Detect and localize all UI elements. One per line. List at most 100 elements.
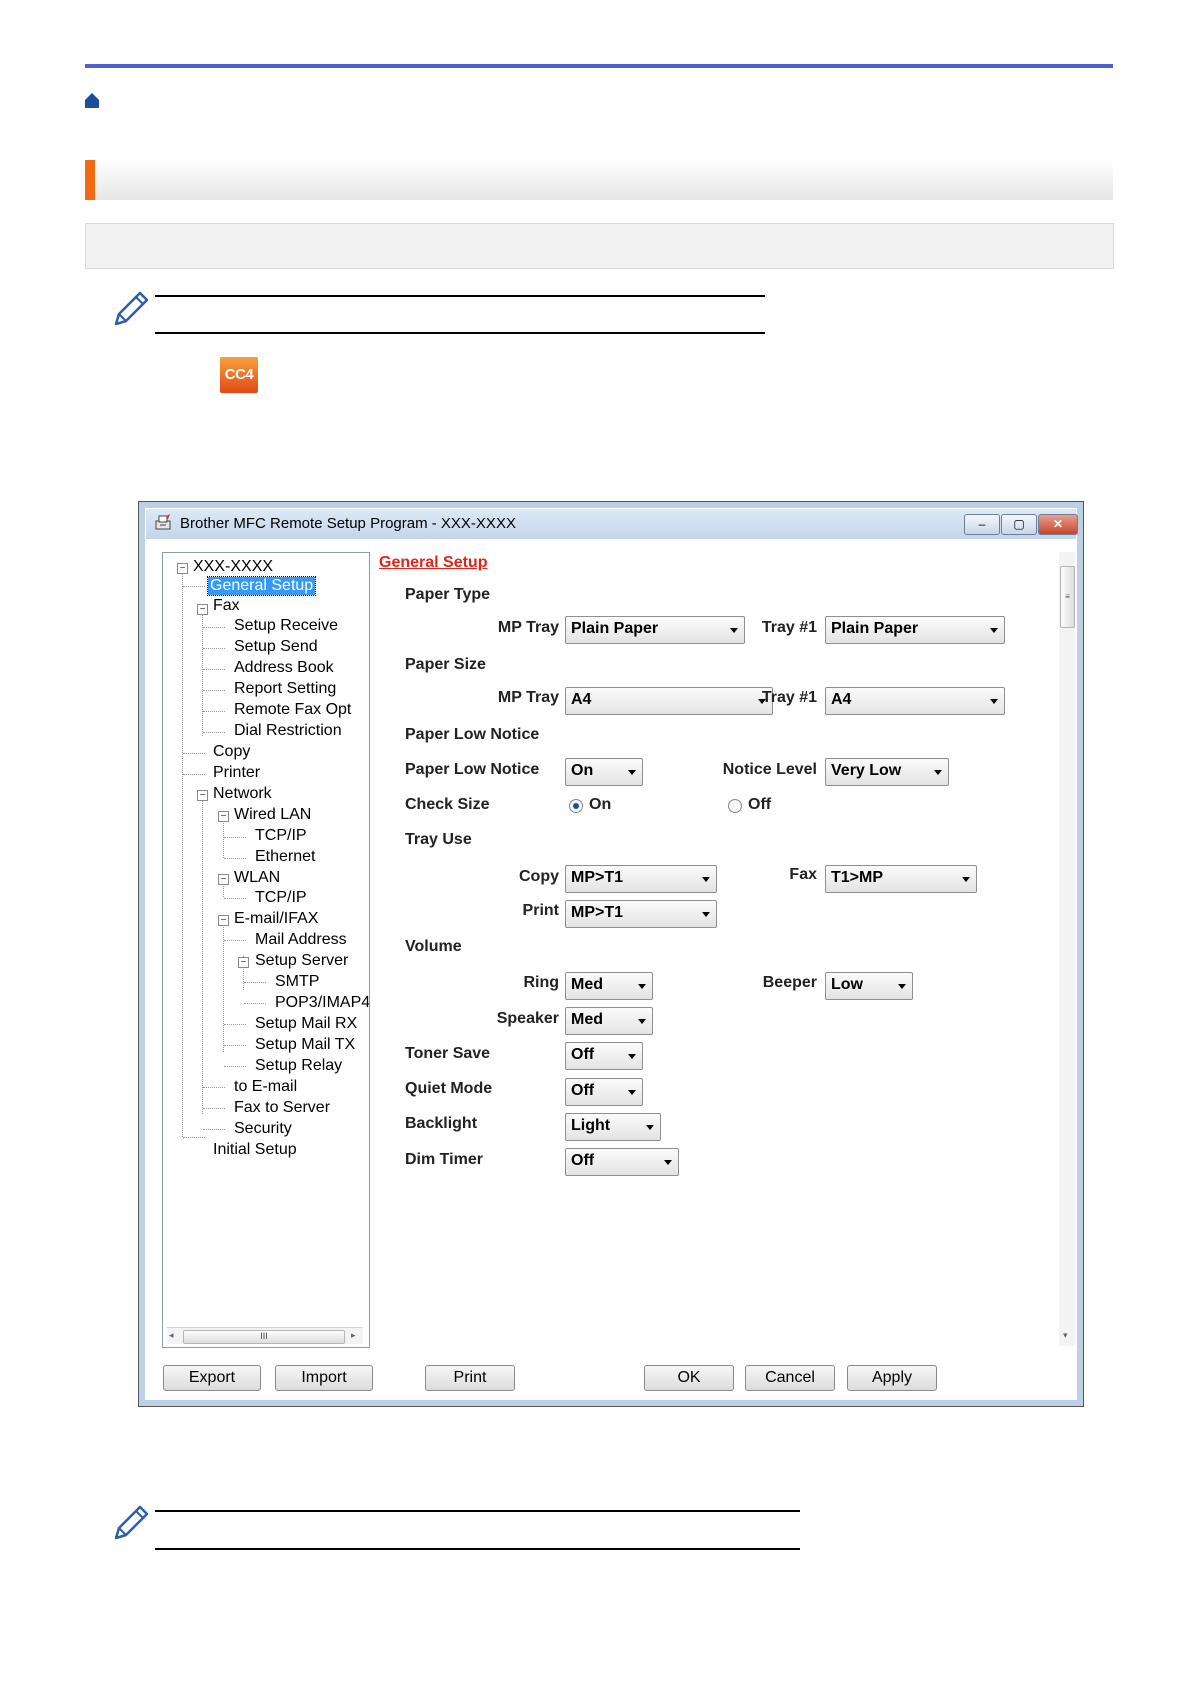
tray-use-fax-select[interactable]: T1>MP xyxy=(825,865,977,893)
collapse-toggle-setup-server[interactable]: − xyxy=(238,957,249,968)
dim-timer-label: Dim Timer xyxy=(405,1151,483,1168)
tree-item-fax-to-server[interactable]: Fax to Server xyxy=(234,1099,330,1117)
paper-type-tray1-select[interactable]: Plain Paper xyxy=(825,616,1005,644)
tree-item-email-ifax[interactable]: E-mail/IFAX xyxy=(234,910,318,928)
tree-item-ethernet[interactable]: Ethernet xyxy=(255,848,315,866)
select-value: On xyxy=(571,762,594,779)
select-value: MP>T1 xyxy=(571,869,624,886)
dropdown-arrow-icon xyxy=(702,877,710,882)
tree-item-printer[interactable]: Printer xyxy=(213,764,260,782)
tray-use-label: Tray Use xyxy=(405,831,472,848)
section-title-bar xyxy=(85,160,1113,200)
tree-item-remote-fax-opt[interactable]: Remote Fax Opt xyxy=(234,701,351,719)
note-rule-bottom xyxy=(155,1548,800,1550)
tree-item-wired-tcpip[interactable]: TCP/IP xyxy=(255,827,307,845)
dropdown-arrow-icon xyxy=(646,1125,654,1130)
section-heading-link[interactable]: General Setup xyxy=(379,554,487,572)
scroll-down-arrow-icon[interactable]: ▾ xyxy=(1063,1330,1068,1341)
dropdown-arrow-icon xyxy=(702,912,710,917)
select-value: MP>T1 xyxy=(571,904,624,921)
volume-ring-select[interactable]: Med xyxy=(565,972,653,1000)
cancel-button[interactable]: Cancel xyxy=(745,1365,835,1391)
tree-item-initial-setup[interactable]: Initial Setup xyxy=(213,1141,297,1159)
export-button[interactable]: Export xyxy=(163,1365,261,1391)
tree-item-general-setup[interactable]: General Setup xyxy=(206,576,317,596)
tree-item-wlan[interactable]: WLAN xyxy=(234,869,280,887)
select-value: Off xyxy=(571,1082,595,1099)
collapse-toggle-root[interactable]: − xyxy=(177,563,188,574)
tree-item-setup-server[interactable]: Setup Server xyxy=(255,952,348,970)
paper-type-label: Paper Type xyxy=(405,586,491,603)
settings-tree[interactable]: − XXX-XXXX General Setup − Fax Setup Rec… xyxy=(162,552,370,1348)
dim-timer-select[interactable]: Off xyxy=(565,1148,679,1176)
tree-item-report-setting[interactable]: Report Setting xyxy=(234,680,336,698)
check-size-label: Check Size xyxy=(405,796,490,813)
collapse-toggle-network[interactable]: − xyxy=(197,790,208,801)
paper-type-tray1-label: Tray #1 xyxy=(761,619,817,636)
tree-item-fax[interactable]: Fax xyxy=(213,597,240,615)
paper-type-mp-tray-select[interactable]: Plain Paper xyxy=(565,616,745,644)
minimize-button[interactable]: – xyxy=(964,514,1000,535)
check-size-off-radio[interactable] xyxy=(728,799,742,813)
tray-use-copy-select[interactable]: MP>T1 xyxy=(565,865,717,893)
tree-item-mail-address[interactable]: Mail Address xyxy=(255,931,347,949)
dropdown-arrow-icon xyxy=(898,984,906,989)
select-value: Off xyxy=(571,1152,595,1169)
select-value: Med xyxy=(571,1011,603,1028)
print-button[interactable]: Print xyxy=(425,1365,515,1391)
ok-button[interactable]: OK xyxy=(644,1365,734,1391)
settings-vertical-scrollbar[interactable]: ≡ ▾ xyxy=(1059,552,1075,1346)
toner-save-select[interactable]: Off xyxy=(565,1042,643,1070)
tree-item-wired-lan[interactable]: Wired LAN xyxy=(234,806,311,824)
tree-item-wlan-tcpip[interactable]: TCP/IP xyxy=(255,889,307,907)
paper-low-notice-select[interactable]: On xyxy=(565,758,643,786)
tree-item-setup-mail-tx[interactable]: Setup Mail TX xyxy=(255,1036,355,1054)
collapse-toggle-email-ifax[interactable]: − xyxy=(218,915,229,926)
backlight-select[interactable]: Light xyxy=(565,1113,661,1141)
title-bar[interactable]: Brother MFC Remote Setup Program - XXX-X… xyxy=(146,509,1078,539)
select-value: Plain Paper xyxy=(571,620,659,637)
apply-button[interactable]: Apply xyxy=(847,1365,937,1391)
tree-item-to-email[interactable]: to E-mail xyxy=(234,1078,297,1096)
tree-horizontal-scrollbar[interactable]: ◂ III ▸ xyxy=(167,1327,363,1344)
cc4-app-icon: CC4 xyxy=(220,357,258,393)
tree-item-address-book[interactable]: Address Book xyxy=(234,659,334,677)
close-button[interactable]: ✕ xyxy=(1038,514,1078,535)
remote-setup-dialog: Brother MFC Remote Setup Program - XXX-X… xyxy=(138,501,1084,1407)
tree-item-security[interactable]: Security xyxy=(234,1120,292,1138)
collapse-toggle-wired-lan[interactable]: − xyxy=(218,811,229,822)
home-icon[interactable] xyxy=(84,92,100,109)
scroll-thumb[interactable]: ≡ xyxy=(1060,566,1075,628)
scroll-right-arrow-icon[interactable]: ▸ xyxy=(351,1330,356,1341)
tree-item-root[interactable]: XXX-XXXX xyxy=(193,558,273,576)
select-value: A4 xyxy=(831,691,852,708)
tree-item-setup-send[interactable]: Setup Send xyxy=(234,638,318,656)
tray-use-fax-label: Fax xyxy=(789,866,817,883)
notice-level-label: Notice Level xyxy=(722,761,817,778)
collapse-toggle-wlan[interactable]: − xyxy=(218,874,229,885)
check-size-on-radio[interactable] xyxy=(569,799,583,813)
tree-item-setup-receive[interactable]: Setup Receive xyxy=(234,617,338,635)
volume-speaker-select[interactable]: Med xyxy=(565,1007,653,1035)
related-models-box xyxy=(85,223,1114,269)
import-button[interactable]: Import xyxy=(275,1365,373,1391)
select-value: Low xyxy=(831,976,863,993)
tree-item-setup-mail-rx[interactable]: Setup Mail RX xyxy=(255,1015,357,1033)
quiet-mode-label: Quiet Mode xyxy=(405,1080,493,1097)
scroll-left-arrow-icon[interactable]: ◂ xyxy=(169,1330,174,1341)
tree-item-copy[interactable]: Copy xyxy=(213,743,250,761)
scroll-thumb[interactable]: III xyxy=(183,1330,345,1344)
notice-level-select[interactable]: Very Low xyxy=(825,758,949,786)
collapse-toggle-fax[interactable]: − xyxy=(197,604,208,615)
paper-size-tray1-select[interactable]: A4 xyxy=(825,687,1005,715)
maximize-button[interactable]: ▢ xyxy=(1001,514,1037,535)
tree-item-dial-restriction[interactable]: Dial Restriction xyxy=(234,722,342,740)
tree-item-smtp[interactable]: SMTP xyxy=(275,973,319,991)
tray-use-print-select[interactable]: MP>T1 xyxy=(565,900,717,928)
quiet-mode-select[interactable]: Off xyxy=(565,1078,643,1106)
toner-save-label: Toner Save xyxy=(405,1045,491,1062)
volume-beeper-select[interactable]: Low xyxy=(825,972,913,1000)
tree-item-network[interactable]: Network xyxy=(213,785,272,803)
tree-item-pop3-imap4[interactable]: POP3/IMAP4 xyxy=(275,994,369,1012)
tree-item-setup-relay[interactable]: Setup Relay xyxy=(255,1057,342,1075)
